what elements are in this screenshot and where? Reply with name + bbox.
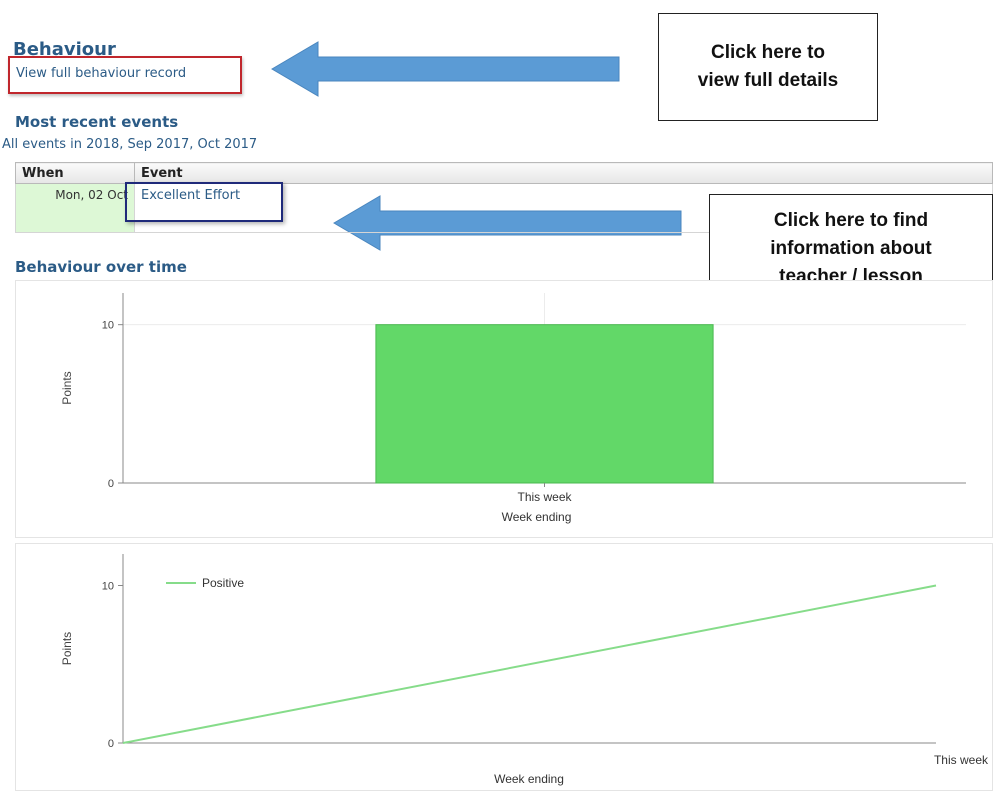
y-tick-label: 0 — [108, 478, 114, 490]
highlight-box-blue — [125, 182, 283, 222]
bar — [375, 324, 714, 484]
y-tick-label: 10 — [102, 320, 114, 332]
callout-teacher-lesson-text: Click here to find information about tea… — [770, 210, 932, 287]
event-when-cell: Mon, 02 Oct — [15, 183, 135, 233]
x-tick-label: This week — [934, 753, 989, 767]
highlight-box-red — [8, 56, 242, 94]
series-line — [122, 584, 937, 744]
y-tick-label: 10 — [102, 581, 114, 593]
x-tick-label: This week — [517, 490, 572, 504]
line-chart: 0 10 Positive This week Week ending Points — [60, 554, 989, 786]
y-axis-title: Points — [60, 371, 74, 404]
y-tick-label: 0 — [108, 738, 114, 750]
callout-view-details-text: Click here to view full details — [697, 42, 839, 91]
column-header-when: When — [15, 162, 135, 184]
annotation-arrow-top — [271, 41, 620, 97]
bar-chart: 0 10 This week Week ending Points — [60, 293, 966, 524]
x-axis-title: Week ending — [502, 510, 572, 524]
behaviour-over-time-heading: Behaviour over time — [15, 258, 187, 276]
callout-view-details: Click here to view full details — [658, 13, 878, 121]
y-axis-title: Points — [60, 632, 74, 665]
line-chart-panel: 0 10 Positive This week Week ending Points — [15, 543, 993, 791]
bar-chart-panel: 0 10 This week Week ending Points — [15, 280, 993, 538]
recent-events-heading: Most recent events — [15, 113, 179, 131]
legend-label: Positive — [202, 576, 244, 590]
column-header-event: Event — [134, 162, 993, 184]
recent-events-filter[interactable]: All events in 2018, Sep 2017, Oct 2017 — [2, 137, 257, 152]
events-table-header: When Event — [15, 162, 993, 184]
page-title: Behaviour — [13, 39, 116, 56]
x-axis-title: Week ending — [494, 772, 564, 786]
